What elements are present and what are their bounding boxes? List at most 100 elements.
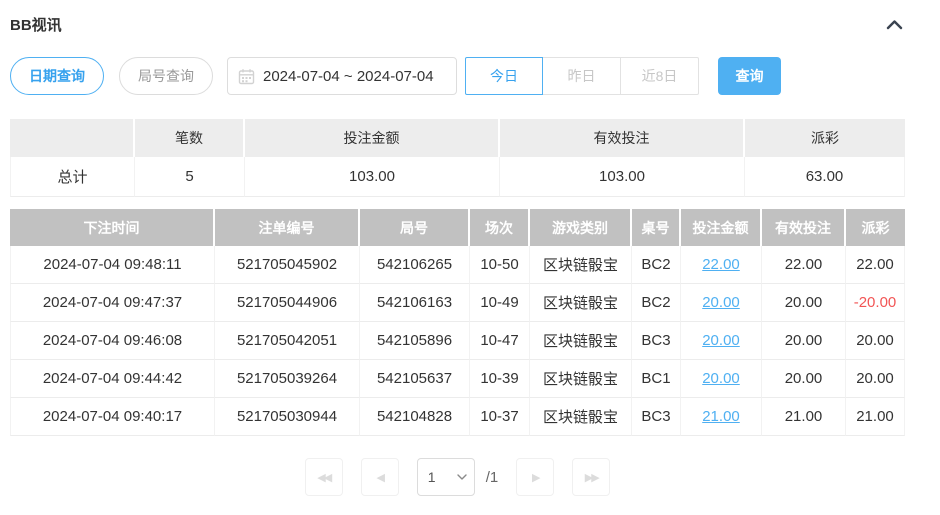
double-right-arrow-icon: ▶▶ <box>585 471 598 484</box>
cell-table-no: BC2 <box>632 284 681 322</box>
col-payout: 派彩 <box>846 209 905 246</box>
cell-payout: 20.00 <box>846 322 905 360</box>
cell-valid-bet: 20.00 <box>762 322 846 360</box>
table-row: 2024-07-04 09:44:42 521705039264 5421056… <box>10 360 905 398</box>
table-row: 2024-07-04 09:46:08 521705042051 5421058… <box>10 322 905 360</box>
bet-amount-link[interactable]: 22.00 <box>702 256 740 273</box>
cell-round-no: 542105896 <box>360 322 470 360</box>
cell-bet-time: 2024-07-04 09:44:42 <box>10 360 215 398</box>
cell-payout: 21.00 <box>846 398 905 436</box>
bet-amount-link[interactable]: 20.00 <box>702 332 740 349</box>
cell-order-no: 521705030944 <box>215 398 360 436</box>
summary-count-value: 5 <box>135 157 245 197</box>
cell-game-type: 区块链骰宝 <box>530 284 632 322</box>
cell-session: 10-49 <box>470 284 530 322</box>
table-row: 2024-07-04 09:40:17 521705030944 5421048… <box>10 398 905 436</box>
summary-payout-value: 63.00 <box>745 157 905 197</box>
bet-amount-link[interactable]: 21.00 <box>702 408 740 425</box>
cell-valid-bet: 21.00 <box>762 398 846 436</box>
table-header-row: 下注时间 注单编号 局号 场次 游戏类别 桌号 投注金额 有效投注 派彩 <box>10 209 905 246</box>
cell-payout: 22.00 <box>846 246 905 284</box>
double-left-arrow-icon: ◀◀ <box>317 471 330 484</box>
cell-table-no: BC1 <box>632 360 681 398</box>
prev-page-button[interactable]: ◀ <box>361 458 399 496</box>
bet-records-table: 下注时间 注单编号 局号 场次 游戏类别 桌号 投注金额 有效投注 派彩 202… <box>10 209 905 436</box>
col-bet-time: 下注时间 <box>10 209 215 246</box>
cell-bet-amount: 22.00 <box>681 246 762 284</box>
calendar-icon <box>238 68 255 85</box>
col-bet-amount: 投注金额 <box>681 209 762 246</box>
col-round-no: 局号 <box>360 209 470 246</box>
page-select[interactable]: 1 <box>417 458 475 496</box>
panel-title: BB视讯 <box>10 14 62 35</box>
date-range-input[interactable]: 2024-07-04 ~ 2024-07-04 <box>227 57 457 95</box>
next-page-button[interactable]: ▶ <box>516 458 554 496</box>
total-pages-label: /1 <box>486 469 499 486</box>
cell-round-no: 542104828 <box>360 398 470 436</box>
quick-range-last8days[interactable]: 近8日 <box>621 57 699 95</box>
summary-header-payout: 派彩 <box>745 119 905 157</box>
summary-header-blank <box>10 119 135 157</box>
summary-header-valid: 有效投注 <box>500 119 745 157</box>
pagination: ◀◀ ◀ 1 /1 ▶ ▶▶ <box>10 458 905 496</box>
right-arrow-icon: ▶ <box>532 471 538 484</box>
cell-bet-amount: 20.00 <box>681 322 762 360</box>
cell-session: 10-39 <box>470 360 530 398</box>
cell-order-no: 521705044906 <box>215 284 360 322</box>
col-session: 场次 <box>470 209 530 246</box>
chevron-up-icon <box>886 18 903 33</box>
summary-total-row: 总计 5 103.00 103.00 63.00 <box>10 157 905 197</box>
cell-bet-amount: 20.00 <box>681 360 762 398</box>
cell-bet-amount: 20.00 <box>681 284 762 322</box>
cell-order-no: 521705039264 <box>215 360 360 398</box>
search-button[interactable]: 查询 <box>718 57 781 95</box>
col-order-no: 注单编号 <box>215 209 360 246</box>
table-row: 2024-07-04 09:48:11 521705045902 5421062… <box>10 246 905 284</box>
col-valid-bet: 有效投注 <box>762 209 846 246</box>
last-page-button[interactable]: ▶▶ <box>572 458 610 496</box>
cell-bet-time: 2024-07-04 09:48:11 <box>10 246 215 284</box>
cell-order-no: 521705045902 <box>215 246 360 284</box>
quick-range-group: 今日 昨日 近8日 <box>465 57 699 95</box>
table-row: 2024-07-04 09:47:37 521705044906 5421061… <box>10 284 905 322</box>
col-table-no: 桌号 <box>632 209 681 246</box>
first-page-button[interactable]: ◀◀ <box>305 458 343 496</box>
cell-bet-amount: 21.00 <box>681 398 762 436</box>
cell-payout: -20.00 <box>846 284 905 322</box>
summary-table: 笔数 投注金额 有效投注 派彩 总计 5 103.00 103.00 63.00 <box>10 119 905 197</box>
bet-amount-link[interactable]: 20.00 <box>702 294 740 311</box>
panel-header: BB视讯 <box>10 0 905 35</box>
summary-total-label: 总计 <box>10 157 135 197</box>
bet-amount-link[interactable]: 20.00 <box>702 370 740 387</box>
cell-bet-time: 2024-07-04 09:47:37 <box>10 284 215 322</box>
round-query-tab[interactable]: 局号查询 <box>119 57 213 95</box>
cell-session: 10-37 <box>470 398 530 436</box>
cell-table-no: BC3 <box>632 322 681 360</box>
cell-round-no: 542106265 <box>360 246 470 284</box>
cell-payout: 20.00 <box>846 360 905 398</box>
cell-valid-bet: 22.00 <box>762 246 846 284</box>
collapse-button[interactable] <box>884 17 905 32</box>
cell-game-type: 区块链骰宝 <box>530 322 632 360</box>
cell-order-no: 521705042051 <box>215 322 360 360</box>
cell-round-no: 542106163 <box>360 284 470 322</box>
quick-range-today[interactable]: 今日 <box>465 57 543 95</box>
left-arrow-icon: ◀ <box>377 471 383 484</box>
cell-game-type: 区块链骰宝 <box>530 398 632 436</box>
date-query-tab[interactable]: 日期查询 <box>10 57 104 95</box>
page-select-wrap: 1 <box>417 458 475 496</box>
summary-header-count: 笔数 <box>135 119 245 157</box>
cell-game-type: 区块链骰宝 <box>530 246 632 284</box>
cell-session: 10-50 <box>470 246 530 284</box>
filter-toolbar: 日期查询 局号查询 2024-07-04 ~ 2024-07-04 今日 <box>10 57 905 95</box>
cell-valid-bet: 20.00 <box>762 360 846 398</box>
cell-valid-bet: 20.00 <box>762 284 846 322</box>
summary-header-row: 笔数 投注金额 有效投注 派彩 <box>10 119 905 157</box>
cell-bet-time: 2024-07-04 09:40:17 <box>10 398 215 436</box>
bb-video-panel: BB视讯 日期查询 局号查询 <box>0 0 940 496</box>
summary-bet-value: 103.00 <box>245 157 500 197</box>
quick-range-yesterday[interactable]: 昨日 <box>543 57 621 95</box>
date-range-value: 2024-07-04 ~ 2024-07-04 <box>263 68 434 85</box>
cell-round-no: 542105637 <box>360 360 470 398</box>
summary-header-bet: 投注金额 <box>245 119 500 157</box>
